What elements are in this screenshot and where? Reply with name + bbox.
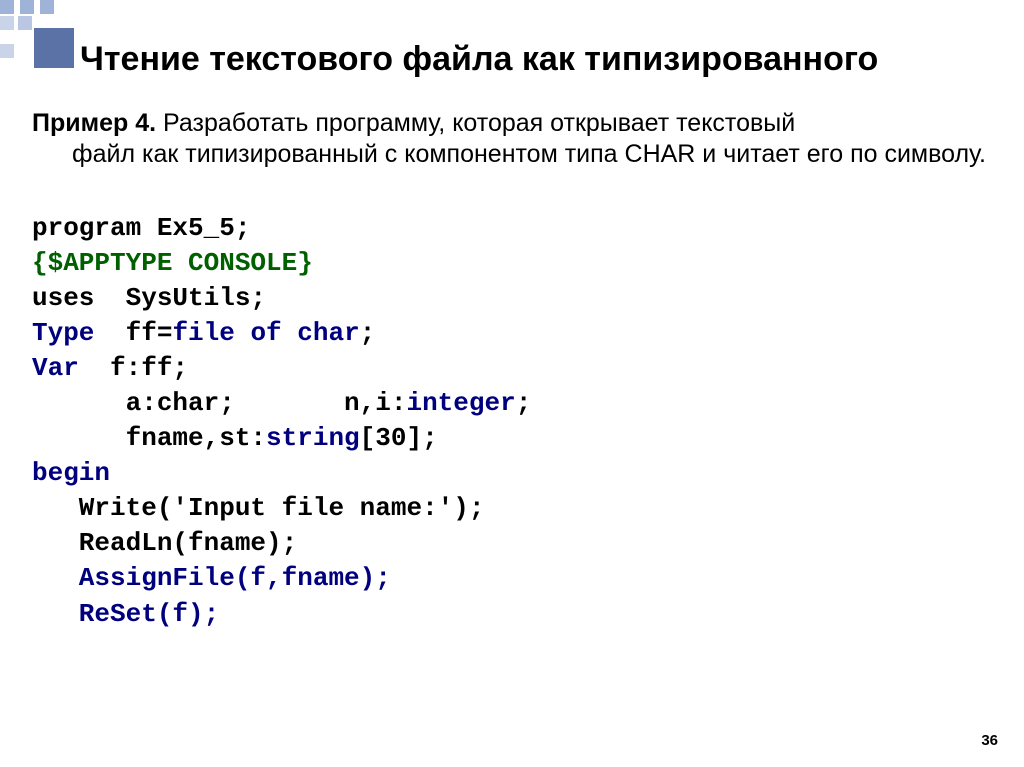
code-l6a: a:char; n,i: — [32, 388, 406, 418]
code-l5-rest: f:ff; — [79, 353, 188, 383]
page-number: 36 — [981, 732, 998, 749]
example-line2: файл как типизированный с компонентом ти… — [32, 139, 1014, 170]
corner-decoration — [0, 0, 90, 60]
slide-title: Чтение текстового файла как типизированн… — [80, 40, 1024, 79]
code-l6-semi: ; — [516, 388, 532, 418]
slide-body: Пример 4. Разработать программу, которая… — [32, 108, 1014, 632]
code-l9: Write('Input file name:'); — [32, 493, 484, 523]
code-l3: uses SysUtils; — [32, 283, 266, 313]
example-text: Пример 4. Разработать программу, которая… — [32, 108, 1014, 171]
code-l7-str: string — [266, 423, 360, 453]
code-l5-kw: Var — [32, 353, 79, 383]
slide: Чтение текстового файла как типизированн… — [0, 0, 1024, 767]
example-line1: Разработать программу, которая открывает… — [156, 109, 795, 137]
code-l11: AssignFile(f,fname); — [32, 563, 391, 593]
code-l2: {$APPTYPE CONSOLE} — [32, 248, 313, 278]
code-l4-mid: ff= — [94, 318, 172, 348]
code-l4-fileof: file of char — [172, 318, 359, 348]
code-l4-kw: Type — [32, 318, 94, 348]
code-l8: begin — [32, 458, 110, 488]
code-l12: ReSet(f); — [32, 599, 219, 629]
code-l10: ReadLn(fname); — [32, 528, 297, 558]
code-l7a: fname,st: — [32, 423, 266, 453]
example-label: Пример 4. — [32, 109, 156, 137]
code-block: program Ex5_5; {$APPTYPE CONSOLE} uses S… — [32, 211, 1014, 632]
code-l1: program Ex5_5; — [32, 213, 250, 243]
code-l7-tail: [30]; — [360, 423, 438, 453]
code-l6-int: integer — [406, 388, 515, 418]
code-l4-semi: ; — [360, 318, 376, 348]
